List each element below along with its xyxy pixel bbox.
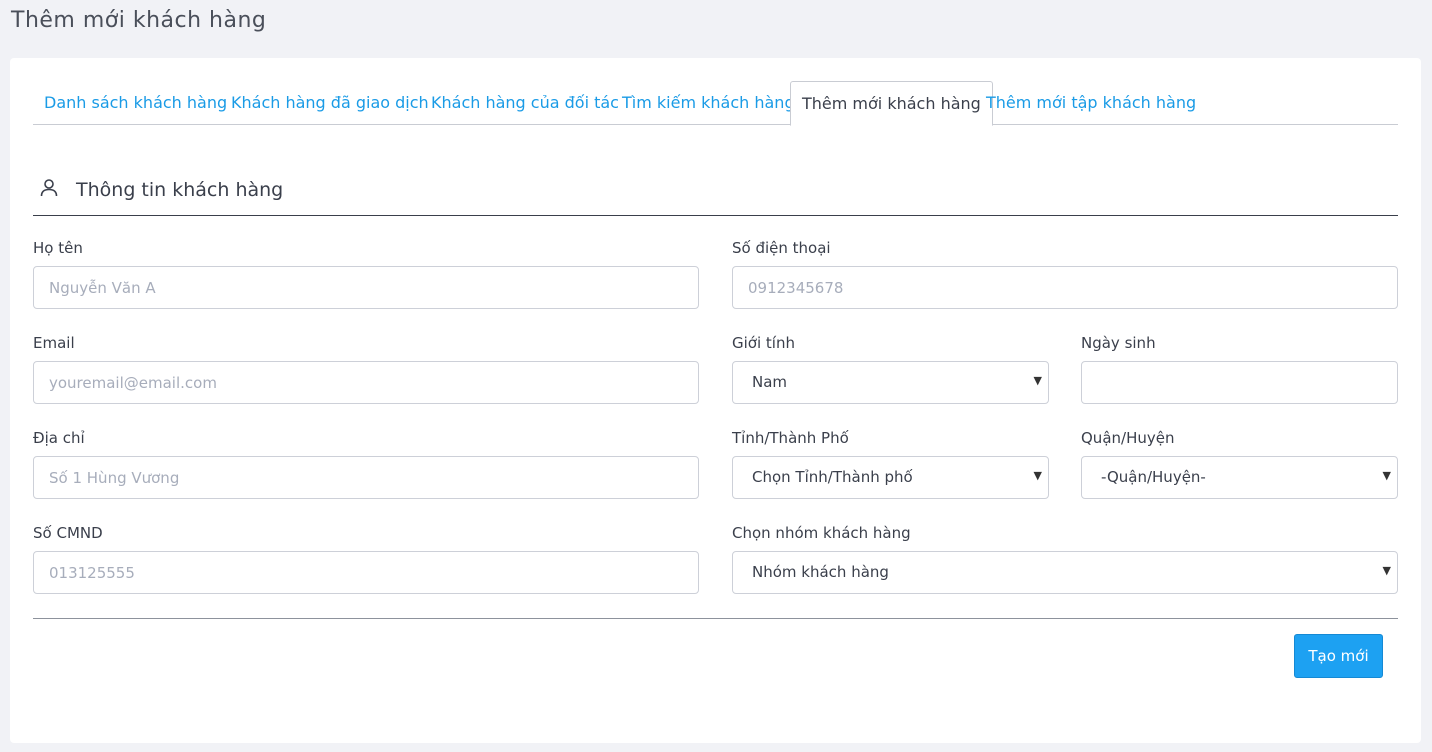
id-number-input[interactable] <box>33 551 699 594</box>
caret-down-icon: ▼ <box>1033 469 1042 482</box>
province-label: Tỉnh/Thành Phố <box>732 429 849 447</box>
section-title: Thông tin khách hàng <box>76 179 284 201</box>
id-number-label: Số CMND <box>33 524 103 542</box>
district-select[interactable]: -Quận/Huyện- ▼ <box>1081 456 1398 499</box>
tab-transacted-customers[interactable]: Khách hàng đã giao dịch <box>231 81 429 125</box>
page-title: Thêm mới khách hàng <box>11 8 267 33</box>
full-name-label: Họ tên <box>33 239 83 257</box>
address-label: Địa chỉ <box>33 429 85 447</box>
district-label: Quận/Huyện <box>1081 429 1175 447</box>
province-select[interactable]: Chọn Tỉnh/Thành phố ▼ <box>732 456 1049 499</box>
tab-search-customers[interactable]: Tìm kiếm khách hàng <box>622 81 795 125</box>
full-name-input[interactable] <box>33 266 699 309</box>
tab-customer-list[interactable]: Danh sách khách hàng <box>44 81 227 125</box>
user-icon <box>40 179 58 197</box>
phone-input[interactable] <box>732 266 1398 309</box>
email-label: Email <box>33 334 75 352</box>
address-input[interactable] <box>33 456 699 499</box>
caret-down-icon: ▼ <box>1382 564 1391 577</box>
customer-group-select-value: Nhóm khách hàng <box>752 563 889 581</box>
tab-add-customer-set[interactable]: Thêm mới tập khách hàng <box>986 81 1196 125</box>
province-select-value: Chọn Tỉnh/Thành phố <box>752 468 913 486</box>
create-button[interactable]: Tạo mới <box>1294 634 1383 678</box>
tab-add-customer[interactable]: Thêm mới khách hàng <box>790 81 993 126</box>
tab-partner-customers[interactable]: Khách hàng của đối tác <box>431 81 619 125</box>
section-header: Thông tin khách hàng <box>33 170 1398 216</box>
customer-group-label: Chọn nhóm khách hàng <box>732 524 911 542</box>
tab-bar: Danh sách khách hàng Khách hàng đã giao … <box>33 81 1398 126</box>
gender-label: Giới tính <box>732 334 795 352</box>
customer-group-select[interactable]: Nhóm khách hàng ▼ <box>732 551 1398 594</box>
form-divider <box>33 618 1398 619</box>
caret-down-icon: ▼ <box>1382 469 1391 482</box>
gender-select[interactable]: Nam ▼ <box>732 361 1049 404</box>
customer-form-card: Danh sách khách hàng Khách hàng đã giao … <box>10 58 1421 743</box>
birthday-input[interactable] <box>1081 361 1398 404</box>
district-select-value: -Quận/Huyện- <box>1101 468 1206 486</box>
email-input[interactable] <box>33 361 699 404</box>
birthday-label: Ngày sinh <box>1081 334 1156 352</box>
phone-label: Số điện thoại <box>732 239 831 257</box>
gender-select-value: Nam <box>752 373 788 391</box>
caret-down-icon: ▼ <box>1033 374 1042 387</box>
